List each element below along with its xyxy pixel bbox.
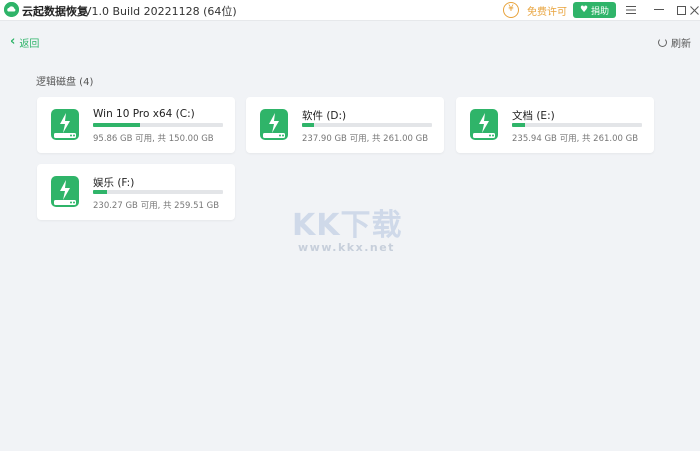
drive-size: 235.94 GB 可用, 共 261.00 GB <box>512 134 639 144</box>
free-license-button[interactable]: ¥ 免费许可 <box>503 0 567 20</box>
hard-drive-icon <box>51 176 79 207</box>
app-logo-icon <box>4 2 19 17</box>
drive-card-c[interactable]: Win 10 Pro x64 (C:) 95.86 GB 可用, 共 150.0… <box>37 97 235 153</box>
drive-name: 文档 (E:) <box>512 110 555 122</box>
menu-button[interactable] <box>622 1 640 19</box>
hard-drive-icon <box>260 109 288 140</box>
refresh-button[interactable]: 刷新 <box>658 35 691 50</box>
refresh-label: 刷新 <box>671 38 691 50</box>
minimize-button[interactable] <box>650 1 668 19</box>
drive-usage-fill <box>93 190 108 194</box>
watermark-url: www.kkx.net <box>298 241 395 254</box>
chevron-left-icon: ‹ <box>10 34 16 49</box>
drive-name: 软件 (D:) <box>302 110 347 122</box>
drive-size: 230.27 GB 可用, 共 259.51 GB <box>93 201 220 211</box>
drive-name: Win 10 Pro x64 (C:) <box>93 108 195 120</box>
app-name: 云起数据恢复 <box>22 5 88 18</box>
drive-size: 95.86 GB 可用, 共 150.00 GB <box>93 134 214 144</box>
drive-usage-fill <box>512 123 525 127</box>
refresh-icon <box>658 37 667 47</box>
donate-button[interactable]: ♥ 捐助 <box>573 2 616 18</box>
back-label: 返回 <box>19 38 40 50</box>
heart-icon: ♥ <box>579 5 589 15</box>
hamburger-menu-icon <box>626 6 636 14</box>
drive-size: 237.90 GB 可用, 共 261.00 GB <box>302 134 429 144</box>
drive-card-e[interactable]: 文档 (E:) 235.94 GB 可用, 共 261.00 GB <box>456 97 654 153</box>
back-button[interactable]: ‹ 返回 <box>10 34 40 50</box>
close-button[interactable] <box>685 1 700 19</box>
title-bar: 云起数据恢复 V1.0 Build 20221128 (64位) ¥ 免费许可 … <box>0 0 700 21</box>
app-version: V1.0 Build 20221128 (64位) <box>84 5 237 18</box>
close-icon <box>689 5 699 15</box>
drive-usage-bar <box>512 123 642 127</box>
hard-drive-icon <box>470 109 498 140</box>
minimize-icon <box>654 9 664 10</box>
drive-card-d[interactable]: 软件 (D:) 237.90 GB 可用, 共 261.00 GB <box>246 97 444 153</box>
drive-name: 娱乐 (F:) <box>93 177 135 189</box>
free-license-label: 免费许可 <box>527 6 567 18</box>
watermark-logo: KK下载 <box>292 208 403 243</box>
donate-label: 捐助 <box>591 6 610 17</box>
drive-card-f[interactable]: 娱乐 (F:) 230.27 GB 可用, 共 259.51 GB <box>37 164 235 220</box>
section-title: 逻辑磁盘 (4) <box>36 77 94 88</box>
license-coin-icon: ¥ <box>503 2 519 18</box>
hard-drive-icon <box>51 109 79 140</box>
drive-usage-fill <box>93 123 140 127</box>
drive-usage-fill <box>302 123 314 127</box>
drive-usage-bar <box>93 123 223 127</box>
drive-usage-bar <box>302 123 432 127</box>
drive-usage-bar <box>93 190 223 194</box>
